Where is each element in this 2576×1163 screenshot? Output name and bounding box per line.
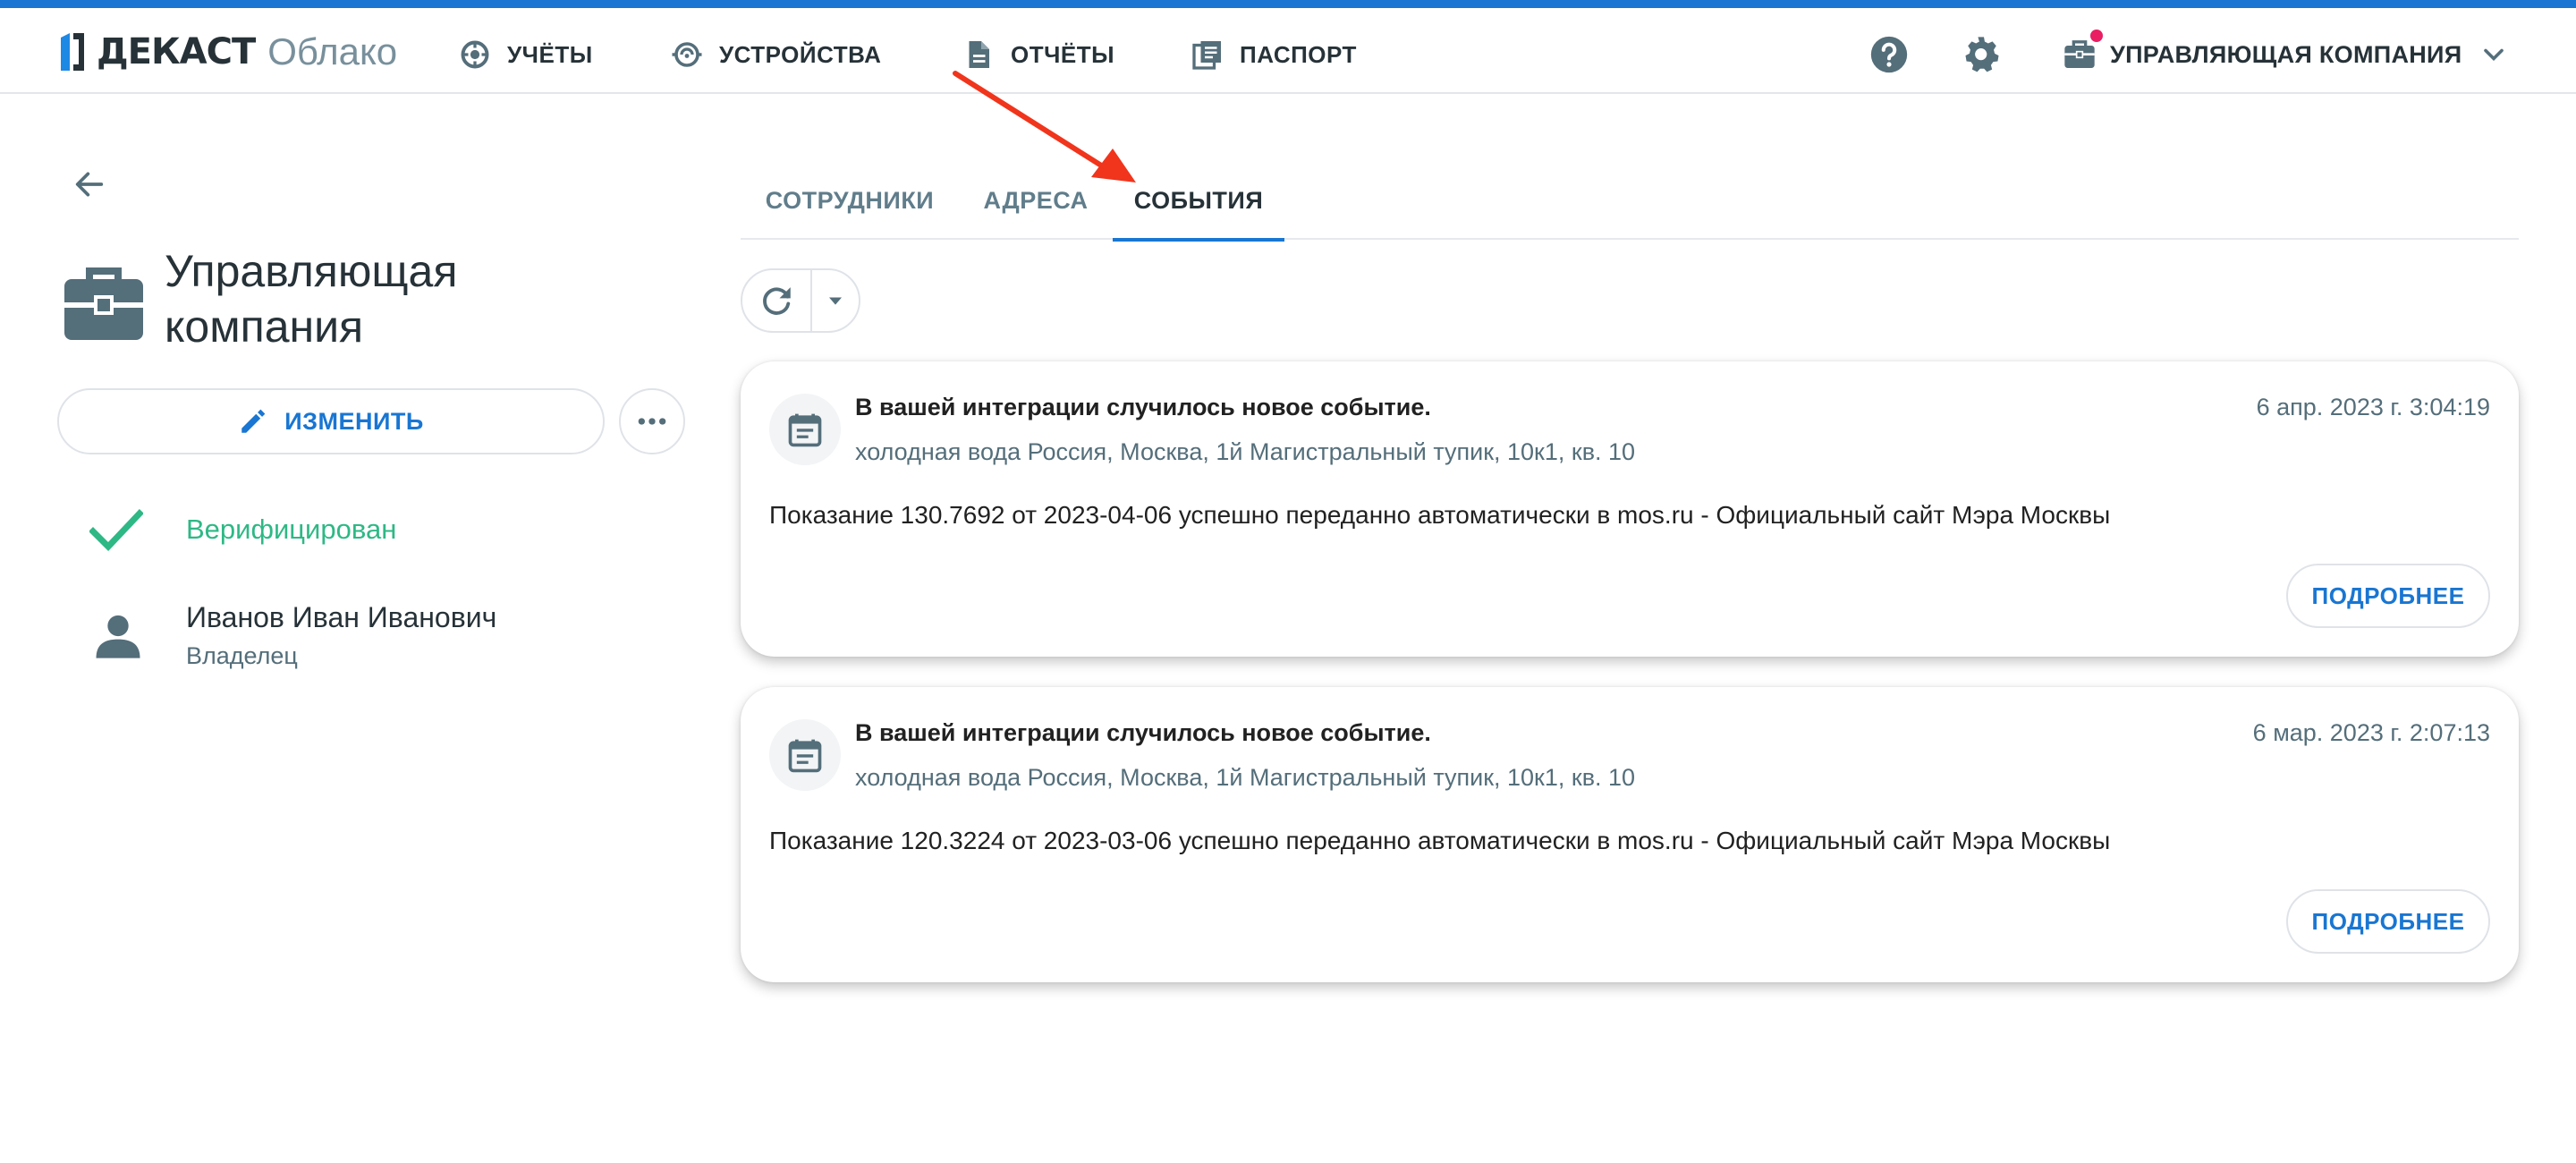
checkmark-icon [89,509,143,552]
event-title: В вашей интеграции случилось новое событ… [855,394,1431,420]
calendar-icon [788,739,822,773]
person-icon [96,615,140,658]
owner-name[interactable]: Иванов Иван Иванович [186,601,496,634]
nav-label: УЧЁТЫ [507,40,593,68]
edit-button[interactable]: ИЗМЕНИТЬ [57,388,605,454]
document-icon [969,41,989,68]
nav-item-passport[interactable]: ПАСПОРТ [1191,35,1357,74]
event-card: В вашей интеграции случилось новое событ… [741,361,2519,657]
refresh-icon [763,287,791,315]
chevron-down-icon [2484,48,2504,62]
back-button[interactable] [68,163,111,206]
event-message: Показание 120.3224 от 2023-03-06 успешно… [769,827,2111,854]
tab-addresses[interactable]: АДРЕСА [959,161,1113,240]
event-timestamp: 6 мар. 2023 г. 2:07:13 [2252,719,2490,746]
app-header: ДЕКАСТ Облако УЧЁТЫ УСТРОЙСТВА ОТЧЁТЫ ПА… [0,8,2576,94]
logo-mark-icon [57,30,88,73]
event-subtitle: холодная вода Россия, Москва, 1й Магистр… [855,438,1636,465]
nav-label: УСТРОЙСТВА [719,40,882,68]
tab-events[interactable]: СОБЫТИЯ [1113,161,1284,242]
pencil-icon [242,409,266,433]
owner-role: Владелец [186,642,298,669]
event-icon-wrap [769,719,841,791]
caret-down-icon [829,297,842,305]
calendar-icon [788,413,822,447]
nav-label: ОТЧЁТЫ [1011,40,1115,68]
nav-item-devices[interactable]: УСТРОЙСТВА [671,35,881,74]
briefcase-icon [2062,30,2103,72]
event-timestamp: 6 апр. 2023 г. 3:04:19 [2256,394,2490,420]
nav-label: ПАСПОРТ [1240,40,1357,68]
arrow-left-icon [75,172,104,197]
page-title: Управляющая компания [165,246,458,352]
device-icon [672,42,702,67]
logo-brand: ДЕКАСТ [97,31,256,72]
gear-icon [1965,37,1999,72]
more-horizontal-icon [638,418,666,425]
event-card: В вашей интеграции случилось новое событ… [741,687,2519,982]
event-icon-wrap [769,394,841,465]
refresh-button[interactable] [742,270,812,331]
app-logo[interactable]: ДЕКАСТ Облако [57,28,397,76]
meter-icon [461,40,489,69]
settings-button[interactable] [1961,33,2004,76]
help-icon [1870,36,1908,73]
tab-bar: СОТРУДНИКИ АДРЕСА СОБЫТИЯ [741,161,2519,242]
account-menu[interactable]: УПРАВЛЯЮЩАЯ КОМПАНИЯ [2062,30,2510,76]
verified-status [89,503,143,556]
notification-dot [2090,30,2103,42]
top-accent-strip [0,0,2576,8]
details-button[interactable]: ПОДРОБНЕЕ [2286,889,2490,954]
more-options-button[interactable] [619,388,685,454]
passport-icon [1192,41,1221,70]
event-title: В вашей интеграции случилось новое событ… [855,719,1431,746]
help-button[interactable] [1868,33,1911,76]
logo-subtitle: Облако [267,30,398,72]
refresh-control [741,268,860,333]
account-label: УПРАВЛЯЮЩАЯ КОМПАНИЯ [2110,40,2462,68]
refresh-options-dropdown[interactable] [812,270,859,331]
briefcase-icon [64,267,143,340]
details-button[interactable]: ПОДРОБНЕЕ [2286,564,2490,628]
nav-item-reports[interactable]: ОТЧЁТЫ [962,35,1114,74]
nav-item-accounts[interactable]: УЧЁТЫ [459,35,593,74]
event-message: Показание 130.7692 от 2023-04-06 успешно… [769,501,2111,529]
tab-employees[interactable]: СОТРУДНИКИ [741,161,959,240]
edit-button-label: ИЗМЕНИТЬ [284,407,424,435]
verified-label: Верифицирован [186,514,397,545]
event-subtitle: холодная вода Россия, Москва, 1й Магистр… [855,764,1636,791]
